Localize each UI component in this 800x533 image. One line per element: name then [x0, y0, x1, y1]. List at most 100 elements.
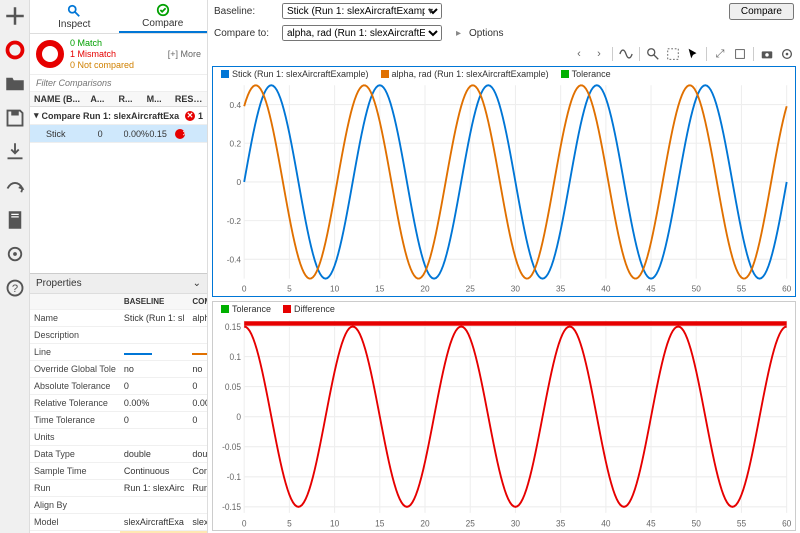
svg-text:-0.2: -0.2 — [227, 216, 242, 226]
tab-compare-label: Compare — [142, 18, 183, 29]
th-result: RESULT — [175, 94, 203, 104]
compare-table-head: NAME (B... A... R... M... RESULT — [30, 92, 207, 107]
svg-text:40: 40 — [601, 283, 611, 293]
pointer-icon[interactable] — [686, 47, 700, 61]
camera-icon[interactable] — [760, 47, 774, 61]
svg-text:-0.4: -0.4 — [227, 254, 242, 264]
svg-text:45: 45 — [646, 517, 655, 527]
compare-group-row[interactable]: ▾ Compare Run 1: slexAircraftExa ✕ 1 — [30, 107, 207, 125]
nav-next-icon[interactable]: › — [592, 47, 606, 61]
prop-row: NameStick (Run 1: slalpha, rad (Run — [30, 310, 207, 327]
plot-toolbar: ‹ › ⤢ — [208, 44, 800, 64]
prop-row: Data Typedoubledouble — [30, 446, 207, 463]
properties-table: BASELINE COMPARE TO NameStick (Run 1: sl… — [30, 294, 207, 533]
chevron-right-icon[interactable]: ▸ — [456, 28, 461, 39]
target-icon[interactable] — [5, 40, 25, 60]
plot-difference[interactable]: Tolerance Difference 0510152025303540455… — [212, 301, 796, 532]
left-panel: Inspect Compare 0 Match 1 Mismatch 0 Not… — [30, 0, 208, 533]
ph-blank — [30, 294, 120, 310]
help-icon[interactable]: ? — [5, 278, 25, 298]
sine-icon[interactable] — [619, 47, 633, 61]
summary-more-link[interactable]: [+] More — [168, 49, 201, 59]
summary-notcompared: 0 Not compared — [70, 60, 134, 71]
group-label: Compare Run 1: slexAircraftExa — [42, 111, 182, 121]
svg-text:15: 15 — [375, 283, 385, 293]
plot1-legend: Stick (Run 1: slexAircraftExample) alpha… — [213, 67, 795, 81]
plot-compare[interactable]: Stick (Run 1: slexAircraftExample) alpha… — [212, 66, 796, 297]
fit-icon[interactable] — [666, 47, 680, 61]
chevron-down-icon[interactable]: ⌄ — [193, 278, 201, 289]
left-iconbar: ? — [0, 0, 30, 533]
svg-text:5: 5 — [287, 283, 292, 293]
nav-prev-icon[interactable]: ‹ — [572, 47, 586, 61]
filter-input[interactable] — [30, 75, 207, 91]
compare-button[interactable]: Compare — [729, 3, 794, 20]
prop-row: Align By — [30, 497, 207, 514]
baseline-select[interactable]: Stick (Run 1: slexAircraftExample — [282, 3, 442, 19]
gear-icon[interactable] — [780, 47, 794, 61]
plot2-legend: Tolerance Difference — [213, 302, 795, 316]
tab-inspect[interactable]: Inspect — [30, 0, 119, 33]
options-link[interactable]: Options — [469, 28, 503, 39]
compare-to-label: Compare to: — [214, 28, 278, 39]
svg-text:55: 55 — [737, 517, 746, 527]
expand-icon[interactable]: ⤢ — [713, 47, 727, 61]
gear-icon[interactable] — [5, 244, 25, 264]
svg-text:30: 30 — [511, 283, 521, 293]
prop-row: ModelslexAircraftExaslexAircraftExa — [30, 514, 207, 531]
svg-text:0.05: 0.05 — [225, 381, 241, 391]
ph-compare: COMPARE TO — [188, 294, 207, 310]
legend2-diff: Difference — [294, 304, 335, 314]
prop-row: Relative Tolerance0.00%0.00% — [30, 395, 207, 412]
svg-text:25: 25 — [466, 283, 476, 293]
row-abs: 0 — [98, 129, 124, 139]
doc-icon[interactable] — [5, 210, 25, 230]
svg-text:55: 55 — [737, 283, 747, 293]
svg-text:35: 35 — [556, 517, 565, 527]
svg-text:10: 10 — [330, 517, 339, 527]
share-icon[interactable] — [5, 176, 25, 196]
row-result: ✕ — [175, 128, 201, 139]
summary-match: 0 Match — [70, 38, 134, 49]
svg-text:25: 25 — [466, 517, 475, 527]
collapse-icon[interactable] — [733, 47, 747, 61]
legend-swatch-blue — [221, 70, 229, 78]
svg-text:40: 40 — [601, 517, 610, 527]
save-icon[interactable] — [5, 108, 25, 128]
filter-row — [30, 75, 207, 92]
download-icon[interactable] — [5, 142, 25, 162]
prop-row: Override Global Tolenono — [30, 361, 207, 378]
svg-text:-0.15: -0.15 — [222, 501, 241, 511]
add-icon[interactable] — [5, 6, 25, 26]
svg-text:0: 0 — [242, 517, 247, 527]
compare-to-select[interactable]: alpha, rad (Run 1: slexAircraftExa — [282, 25, 442, 41]
right-panel: Baseline: Stick (Run 1: slexAircraftExam… — [208, 0, 800, 533]
svg-text:0.15: 0.15 — [225, 321, 241, 331]
error-icon: ✕ — [175, 129, 185, 139]
tab-compare[interactable]: Compare — [119, 0, 208, 33]
zoom-icon[interactable] — [646, 47, 660, 61]
compare-row[interactable]: Stick 0 0.00% 0.15 ✕ — [30, 125, 207, 143]
folder-icon[interactable] — [5, 74, 25, 94]
row-name: Stick — [36, 129, 98, 139]
prop-row: Time Tolerance00 — [30, 412, 207, 429]
th-rel: R... — [119, 94, 147, 104]
svg-text:50: 50 — [692, 283, 702, 293]
compare-summary: 0 Match 1 Mismatch 0 Not compared [+] Mo… — [30, 34, 207, 75]
prop-row: Units — [30, 429, 207, 446]
ph-baseline: BASELINE — [120, 294, 189, 310]
chevron-down-icon: ▾ — [34, 110, 39, 121]
svg-text:20: 20 — [420, 283, 430, 293]
svg-text:0: 0 — [242, 283, 247, 293]
group-count: 1 — [198, 111, 203, 121]
legend1-tol: Tolerance — [572, 69, 611, 79]
error-icon: ✕ — [185, 111, 195, 121]
summary-mismatch: 1 Mismatch — [70, 49, 134, 60]
prop-row: RunRun 1: slexAircRun 1: slexAirc — [30, 480, 207, 497]
baseline-row: Baseline: Stick (Run 1: slexAircraftExam… — [208, 0, 800, 22]
svg-text:0: 0 — [236, 177, 241, 187]
legend-swatch-orange — [381, 70, 389, 78]
legend1-compare: alpha, rad (Run 1: slexAircraftExample) — [392, 69, 549, 79]
svg-text:60: 60 — [782, 283, 792, 293]
legend-swatch-green — [561, 70, 569, 78]
